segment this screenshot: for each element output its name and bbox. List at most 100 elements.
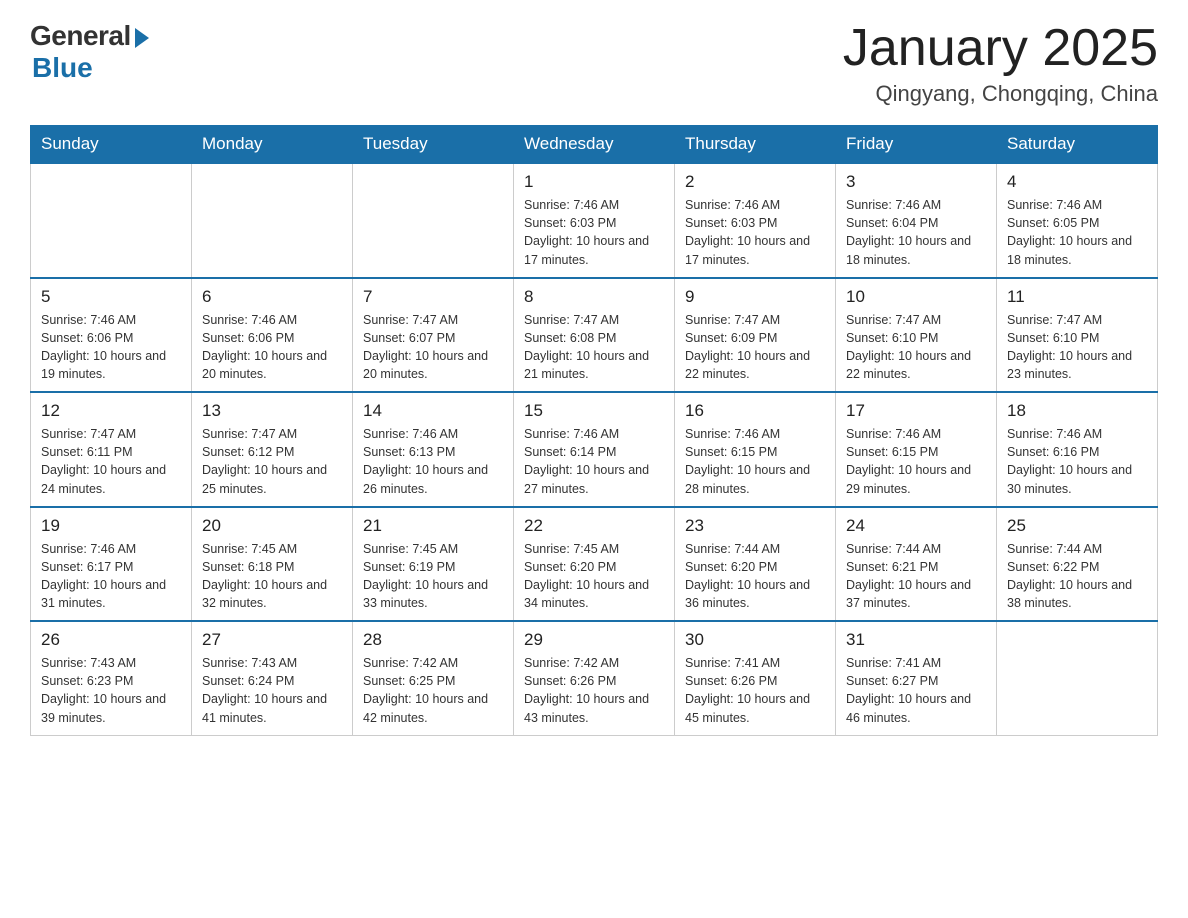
day-info: Sunrise: 7:46 AMSunset: 6:06 PMDaylight:… xyxy=(202,311,342,384)
day-number: 30 xyxy=(685,630,825,650)
day-info: Sunrise: 7:47 AMSunset: 6:09 PMDaylight:… xyxy=(685,311,825,384)
title-area: January 2025 Qingyang, Chongqing, China xyxy=(843,20,1158,107)
day-header-thursday: Thursday xyxy=(675,126,836,164)
calendar-cell: 9 Sunrise: 7:47 AMSunset: 6:09 PMDaylight… xyxy=(675,278,836,393)
calendar-cell: 10 Sunrise: 7:47 AMSunset: 6:10 PMDayligh… xyxy=(836,278,997,393)
day-info: Sunrise: 7:47 AMSunset: 6:12 PMDaylight:… xyxy=(202,425,342,498)
day-number: 19 xyxy=(41,516,181,536)
day-info: Sunrise: 7:44 AMSunset: 6:21 PMDaylight:… xyxy=(846,540,986,613)
day-info: Sunrise: 7:46 AMSunset: 6:15 PMDaylight:… xyxy=(685,425,825,498)
calendar-cell: 30 Sunrise: 7:41 AMSunset: 6:26 PMDayligh… xyxy=(675,621,836,735)
day-number: 8 xyxy=(524,287,664,307)
calendar-cell: 12 Sunrise: 7:47 AMSunset: 6:11 PMDayligh… xyxy=(31,392,192,507)
calendar-cell xyxy=(353,163,514,278)
calendar-cell: 1 Sunrise: 7:46 AMSunset: 6:03 PMDaylight… xyxy=(514,163,675,278)
day-info: Sunrise: 7:47 AMSunset: 6:10 PMDaylight:… xyxy=(1007,311,1147,384)
calendar-cell: 14 Sunrise: 7:46 AMSunset: 6:13 PMDayligh… xyxy=(353,392,514,507)
day-number: 10 xyxy=(846,287,986,307)
day-number: 7 xyxy=(363,287,503,307)
day-info: Sunrise: 7:43 AMSunset: 6:24 PMDaylight:… xyxy=(202,654,342,727)
calendar-cell: 4 Sunrise: 7:46 AMSunset: 6:05 PMDaylight… xyxy=(997,163,1158,278)
day-info: Sunrise: 7:46 AMSunset: 6:03 PMDaylight:… xyxy=(685,196,825,269)
day-header-monday: Monday xyxy=(192,126,353,164)
day-info: Sunrise: 7:45 AMSunset: 6:20 PMDaylight:… xyxy=(524,540,664,613)
calendar-cell: 6 Sunrise: 7:46 AMSunset: 6:06 PMDaylight… xyxy=(192,278,353,393)
day-info: Sunrise: 7:47 AMSunset: 6:10 PMDaylight:… xyxy=(846,311,986,384)
logo-blue-text: Blue xyxy=(32,52,93,84)
day-number: 11 xyxy=(1007,287,1147,307)
location-title: Qingyang, Chongqing, China xyxy=(843,81,1158,107)
day-number: 25 xyxy=(1007,516,1147,536)
day-number: 23 xyxy=(685,516,825,536)
calendar-cell: 31 Sunrise: 7:41 AMSunset: 6:27 PMDayligh… xyxy=(836,621,997,735)
day-info: Sunrise: 7:44 AMSunset: 6:20 PMDaylight:… xyxy=(685,540,825,613)
week-row-4: 26Sunrise: 7:43 AMSunset: 6:23 PMDayligh… xyxy=(31,621,1158,735)
week-row-0: 1 Sunrise: 7:46 AMSunset: 6:03 PMDaylight… xyxy=(31,163,1158,278)
day-info: Sunrise: 7:44 AMSunset: 6:22 PMDaylight:… xyxy=(1007,540,1147,613)
day-info: Sunrise: 7:46 AMSunset: 6:03 PMDaylight:… xyxy=(524,196,664,269)
day-number: 31 xyxy=(846,630,986,650)
calendar-cell: 25 Sunrise: 7:44 AMSunset: 6:22 PMDayligh… xyxy=(997,507,1158,622)
day-info: Sunrise: 7:41 AMSunset: 6:27 PMDaylight:… xyxy=(846,654,986,727)
calendar-cell: 2 Sunrise: 7:46 AMSunset: 6:03 PMDaylight… xyxy=(675,163,836,278)
day-info: Sunrise: 7:46 AMSunset: 6:06 PMDaylight:… xyxy=(41,311,181,384)
day-header-wednesday: Wednesday xyxy=(514,126,675,164)
day-header-tuesday: Tuesday xyxy=(353,126,514,164)
day-number: 16 xyxy=(685,401,825,421)
day-number: 29 xyxy=(524,630,664,650)
calendar-table: SundayMondayTuesdayWednesdayThursdayFrid… xyxy=(30,125,1158,736)
day-info: Sunrise: 7:41 AMSunset: 6:26 PMDaylight:… xyxy=(685,654,825,727)
week-row-2: 12 Sunrise: 7:47 AMSunset: 6:11 PMDayligh… xyxy=(31,392,1158,507)
calendar-cell: 13 Sunrise: 7:47 AMSunset: 6:12 PMDayligh… xyxy=(192,392,353,507)
calendar-cell: 22 Sunrise: 7:45 AMSunset: 6:20 PMDayligh… xyxy=(514,507,675,622)
day-number: 14 xyxy=(363,401,503,421)
calendar-cell xyxy=(31,163,192,278)
calendar-cell xyxy=(192,163,353,278)
day-number: 21 xyxy=(363,516,503,536)
calendar-cell: 17Sunrise: 7:46 AMSunset: 6:15 PMDayligh… xyxy=(836,392,997,507)
day-info: Sunrise: 7:46 AMSunset: 6:13 PMDaylight:… xyxy=(363,425,503,498)
calendar-cell: 15Sunrise: 7:46 AMSunset: 6:14 PMDayligh… xyxy=(514,392,675,507)
calendar-cell: 29Sunrise: 7:42 AMSunset: 6:26 PMDayligh… xyxy=(514,621,675,735)
calendar-cell: 7Sunrise: 7:47 AMSunset: 6:07 PMDaylight… xyxy=(353,278,514,393)
calendar-cell: 26Sunrise: 7:43 AMSunset: 6:23 PMDayligh… xyxy=(31,621,192,735)
day-info: Sunrise: 7:47 AMSunset: 6:11 PMDaylight:… xyxy=(41,425,181,498)
calendar-cell: 20Sunrise: 7:45 AMSunset: 6:18 PMDayligh… xyxy=(192,507,353,622)
calendar-cell xyxy=(997,621,1158,735)
day-info: Sunrise: 7:46 AMSunset: 6:16 PMDaylight:… xyxy=(1007,425,1147,498)
day-number: 22 xyxy=(524,516,664,536)
logo: General Blue xyxy=(30,20,149,84)
calendar-cell: 24 Sunrise: 7:44 AMSunset: 6:21 PMDayligh… xyxy=(836,507,997,622)
day-number: 17 xyxy=(846,401,986,421)
calendar-cell: 11 Sunrise: 7:47 AMSunset: 6:10 PMDayligh… xyxy=(997,278,1158,393)
calendar-cell: 27Sunrise: 7:43 AMSunset: 6:24 PMDayligh… xyxy=(192,621,353,735)
day-info: Sunrise: 7:45 AMSunset: 6:19 PMDaylight:… xyxy=(363,540,503,613)
calendar-cell: 5Sunrise: 7:46 AMSunset: 6:06 PMDaylight… xyxy=(31,278,192,393)
calendar-cell: 19 Sunrise: 7:46 AMSunset: 6:17 PMDayligh… xyxy=(31,507,192,622)
day-info: Sunrise: 7:46 AMSunset: 6:14 PMDaylight:… xyxy=(524,425,664,498)
day-number: 12 xyxy=(41,401,181,421)
header: General Blue January 2025 Qingyang, Chon… xyxy=(30,20,1158,107)
day-info: Sunrise: 7:46 AMSunset: 6:05 PMDaylight:… xyxy=(1007,196,1147,269)
day-number: 13 xyxy=(202,401,342,421)
day-number: 4 xyxy=(1007,172,1147,192)
calendar-cell: 16 Sunrise: 7:46 AMSunset: 6:15 PMDayligh… xyxy=(675,392,836,507)
day-number: 9 xyxy=(685,287,825,307)
month-title: January 2025 xyxy=(843,20,1158,77)
day-info: Sunrise: 7:46 AMSunset: 6:17 PMDaylight:… xyxy=(41,540,181,613)
day-number: 2 xyxy=(685,172,825,192)
day-number: 1 xyxy=(524,172,664,192)
day-number: 3 xyxy=(846,172,986,192)
day-info: Sunrise: 7:46 AMSunset: 6:04 PMDaylight:… xyxy=(846,196,986,269)
day-number: 28 xyxy=(363,630,503,650)
day-number: 20 xyxy=(202,516,342,536)
logo-general-text: General xyxy=(30,20,131,52)
day-header-friday: Friday xyxy=(836,126,997,164)
calendar-cell: 8Sunrise: 7:47 AMSunset: 6:08 PMDaylight… xyxy=(514,278,675,393)
calendar-cell: 23 Sunrise: 7:44 AMSunset: 6:20 PMDayligh… xyxy=(675,507,836,622)
day-number: 24 xyxy=(846,516,986,536)
week-row-3: 19 Sunrise: 7:46 AMSunset: 6:17 PMDayligh… xyxy=(31,507,1158,622)
day-number: 6 xyxy=(202,287,342,307)
day-header-sunday: Sunday xyxy=(31,126,192,164)
calendar-cell: 28Sunrise: 7:42 AMSunset: 6:25 PMDayligh… xyxy=(353,621,514,735)
